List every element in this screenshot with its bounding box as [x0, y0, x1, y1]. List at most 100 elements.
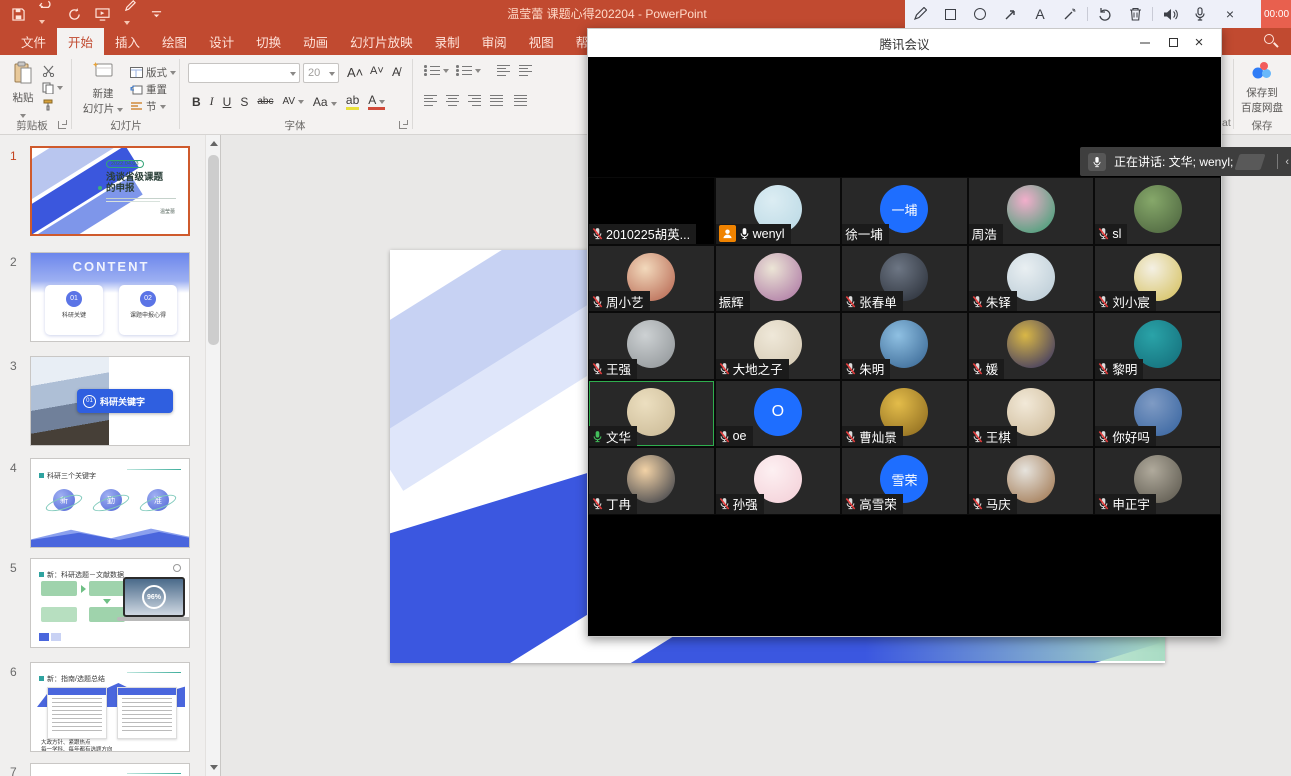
- copy-button[interactable]: [42, 82, 63, 94]
- font-color-button[interactable]: A: [368, 93, 385, 110]
- scroll-down-icon[interactable]: [210, 765, 218, 770]
- increase-indent-button[interactable]: [519, 65, 532, 76]
- participant-tile[interactable]: 振辉: [715, 245, 842, 313]
- font-name-combo[interactable]: [188, 63, 300, 83]
- pen-tool-icon[interactable]: [905, 0, 935, 28]
- cut-button[interactable]: [42, 65, 55, 77]
- ribbon-tab-2[interactable]: 开始: [57, 28, 104, 55]
- ribbon-tab-5[interactable]: 设计: [198, 28, 245, 55]
- grow-font-button[interactable]: A˄: [347, 65, 363, 80]
- participant-tile[interactable]: 刘小宸: [1094, 245, 1221, 313]
- italic-button[interactable]: I: [210, 94, 214, 109]
- undo-icon[interactable]: [39, 0, 54, 29]
- close-recorder-icon[interactable]: ×: [1215, 0, 1245, 28]
- strikethrough-button[interactable]: abc: [257, 96, 273, 107]
- start-slideshow-icon[interactable]: [95, 8, 110, 21]
- arrow-tool-icon[interactable]: [995, 0, 1025, 28]
- ink-dropdown-icon[interactable]: [124, 21, 130, 25]
- participant-tile[interactable]: 大地之子: [715, 312, 842, 380]
- ribbon-tab-11[interactable]: 视图: [518, 28, 565, 55]
- new-slide-button[interactable]: 新建 幻灯片: [80, 61, 126, 116]
- participant-tile[interactable]: 你好吗: [1094, 380, 1221, 448]
- scrollbar-thumb[interactable]: [208, 155, 219, 345]
- slide-thumbnail-2[interactable]: CONTENT 01 科研关键 02 课题申报心得: [30, 252, 190, 342]
- layout-button[interactable]: 版式: [130, 65, 176, 80]
- participant-tile[interactable]: 黎明: [1094, 312, 1221, 380]
- microphone-toolbar-icon[interactable]: [1185, 0, 1215, 28]
- change-case-button[interactable]: Aa: [313, 95, 337, 109]
- laser-tool-icon[interactable]: [1055, 0, 1085, 28]
- slide-thumbnail-1[interactable]: 2022.04.03 浅谈省级课题的申报 温莹蕾: [30, 146, 190, 236]
- participant-tile[interactable]: wenyl: [715, 177, 842, 245]
- slide-thumbnail-7[interactable]: 勤: [30, 763, 190, 776]
- participant-tile[interactable]: 曹灿景: [841, 380, 968, 448]
- customize-toolbar-icon[interactable]: [151, 9, 162, 20]
- ribbon-tab-4[interactable]: 绘图: [151, 28, 198, 55]
- meeting-titlebar[interactable]: 腾讯会议 ×: [588, 29, 1221, 57]
- participant-tile[interactable]: 孙强: [715, 447, 842, 515]
- participant-tile[interactable]: 文华: [588, 380, 715, 448]
- undo-annotation-icon[interactable]: [1090, 0, 1120, 28]
- participant-tile[interactable]: 周小艺: [588, 245, 715, 313]
- minimize-button[interactable]: [1131, 29, 1159, 56]
- rectangle-tool-icon[interactable]: [935, 0, 965, 28]
- align-right-button[interactable]: [468, 95, 481, 106]
- text-tool-icon[interactable]: A: [1025, 0, 1055, 28]
- speaker-icon[interactable]: [1155, 0, 1185, 28]
- participant-tile[interactable]: 朱明: [841, 312, 968, 380]
- ribbon-tab-6[interactable]: 切换: [245, 28, 292, 55]
- participant-tile[interactable]: 媛: [968, 312, 1095, 380]
- save-to-baidu-button[interactable]: 保存到 百度网盘: [1236, 60, 1288, 115]
- font-dialog-launcher[interactable]: [399, 121, 407, 129]
- ellipse-tool-icon[interactable]: [965, 0, 995, 28]
- scroll-up-icon[interactable]: [210, 141, 218, 146]
- collapse-icon[interactable]: ‹: [1285, 156, 1289, 168]
- decrease-indent-button[interactable]: [497, 65, 510, 76]
- redo-icon[interactable]: [68, 8, 81, 21]
- ink-pen-icon[interactable]: [124, 0, 137, 30]
- save-icon[interactable]: [12, 8, 25, 21]
- slide-thumbnail-3[interactable]: 01 科研关键字: [30, 356, 190, 446]
- line-spacing-button[interactable]: [514, 95, 527, 106]
- participant-tile[interactable]: 丁冉: [588, 447, 715, 515]
- participant-tile[interactable]: 申正宇: [1094, 447, 1221, 515]
- ribbon-tab-10[interactable]: 审阅: [471, 28, 518, 55]
- bold-button[interactable]: B: [192, 95, 201, 109]
- search-icon[interactable]: [1264, 34, 1279, 49]
- section-button[interactable]: 节: [130, 99, 166, 114]
- clipboard-dialog-launcher[interactable]: [58, 121, 66, 129]
- ribbon-tab-3[interactable]: 插入: [104, 28, 151, 55]
- text-shadow-button[interactable]: S: [240, 95, 248, 109]
- participant-tile[interactable]: 2010225胡英...: [588, 177, 715, 245]
- participant-tile[interactable]: Ooe: [715, 380, 842, 448]
- char-spacing-button[interactable]: AV: [282, 96, 303, 107]
- reset-button[interactable]: 重置: [130, 82, 167, 97]
- ribbon-tab-1[interactable]: 文件: [10, 28, 57, 55]
- participant-tile[interactable]: 周浩: [968, 177, 1095, 245]
- underline-button[interactable]: U: [223, 95, 232, 109]
- align-center-button[interactable]: [446, 95, 459, 106]
- close-button[interactable]: ×: [1185, 29, 1213, 56]
- align-left-button[interactable]: [424, 95, 437, 106]
- participant-tile[interactable]: 朱铎: [968, 245, 1095, 313]
- participant-tile[interactable]: 一埔徐一埔: [841, 177, 968, 245]
- slide-thumbnail-4[interactable]: 科研三个关键字 新 勤 准: [30, 458, 190, 548]
- participant-tile[interactable]: 张春单: [841, 245, 968, 313]
- highlight-color-button[interactable]: ab: [346, 93, 359, 110]
- participant-tile[interactable]: 雪荣高雪荣: [841, 447, 968, 515]
- participant-tile[interactable]: sl: [1094, 177, 1221, 245]
- bullets-button[interactable]: [424, 65, 449, 76]
- justify-button[interactable]: [490, 95, 503, 106]
- participant-tile[interactable]: 王棋: [968, 380, 1095, 448]
- clear-format-button[interactable]: A̸: [392, 65, 400, 79]
- ribbon-tab-8[interactable]: 幻灯片放映: [339, 28, 424, 55]
- participant-tile[interactable]: 王强: [588, 312, 715, 380]
- undo-dropdown-icon[interactable]: [39, 20, 45, 24]
- slide-thumbnail-5[interactable]: 新：科研选题－文献数据 96%: [30, 558, 190, 648]
- shrink-font-button[interactable]: A˅: [370, 65, 384, 77]
- ribbon-tab-7[interactable]: 动画: [292, 28, 339, 55]
- trash-icon[interactable]: [1120, 0, 1150, 28]
- slide-thumbnail-6[interactable]: 新：指南/选题总结 大政方针、紧跟热点每一学科、每年都有选题方向: [30, 662, 190, 752]
- thumbnail-scrollbar[interactable]: [205, 135, 220, 776]
- format-painter-button[interactable]: [42, 99, 54, 111]
